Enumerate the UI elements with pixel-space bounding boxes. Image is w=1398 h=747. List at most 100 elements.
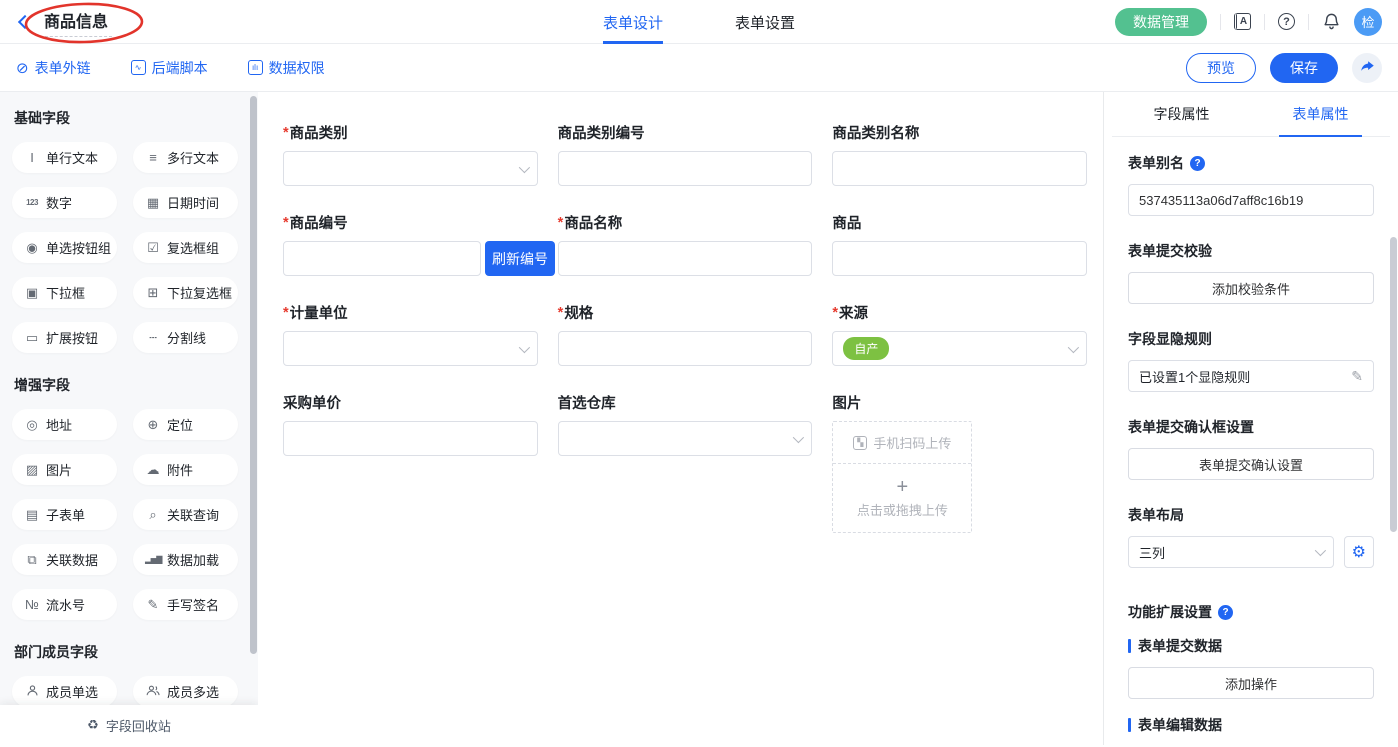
- preview-button[interactable]: 预览: [1186, 53, 1256, 83]
- section-title-basic: 基础字段: [14, 108, 238, 128]
- form-alias-input[interactable]: [1139, 193, 1363, 208]
- form-field-unit[interactable]: *计量单位: [283, 302, 538, 366]
- field-type-member-single[interactable]: 成员单选: [12, 676, 117, 707]
- tab-form-properties[interactable]: 表单属性: [1251, 92, 1390, 136]
- field-type-divider[interactable]: ┄分割线: [133, 322, 238, 353]
- chevron-down-icon: [518, 161, 529, 172]
- product-input[interactable]: [832, 241, 1087, 276]
- share-arrow-icon: [1360, 60, 1375, 75]
- avatar[interactable]: 检: [1354, 8, 1382, 36]
- field-type-related-query[interactable]: ⌕关联查询: [133, 499, 238, 530]
- checkbox-icon: ☑: [145, 240, 161, 256]
- visibility-rules-field[interactable]: 已设置1个显隐规则 ✎: [1128, 360, 1374, 392]
- form-field-product[interactable]: 商品: [832, 212, 1087, 276]
- field-type-extend-button[interactable]: ▭扩展按钮: [12, 322, 117, 353]
- field-type-dropdown[interactable]: ▣下拉框: [12, 277, 117, 308]
- field-type-position[interactable]: ⊕定位: [133, 409, 238, 440]
- help-icon[interactable]: ?: [1278, 13, 1295, 30]
- unit-select[interactable]: [283, 331, 538, 366]
- save-button[interactable]: 保存: [1270, 53, 1338, 83]
- gear-icon: ⚙: [1352, 542, 1366, 562]
- properties-panel: 字段属性 表单属性 表单别名? 表单提交校验 添加校验条件 字段显隐规则 已设置…: [1103, 92, 1398, 745]
- submit-data-label: 表单提交数据: [1138, 636, 1222, 656]
- data-permission-icon: ılı: [248, 60, 263, 75]
- category-code-input[interactable]: [558, 151, 813, 186]
- number-icon: 123: [24, 198, 40, 207]
- field-type-number[interactable]: 123数字: [12, 187, 117, 218]
- warehouse-select[interactable]: [558, 421, 813, 456]
- field-type-related-data[interactable]: ⧉关联数据: [12, 544, 117, 575]
- spec-input[interactable]: [558, 331, 813, 366]
- form-canvas[interactable]: *商品类别 商品类别编号 商品类别名称 *商品编号 刷新编号: [258, 92, 1103, 745]
- form-field-image[interactable]: 图片 ▚ 手机扫码上传 + 点击或拖拽上传: [832, 392, 1087, 533]
- field-type-attachment[interactable]: ☁附件: [133, 454, 238, 485]
- form-field-source[interactable]: *来源 自产: [832, 302, 1087, 366]
- layout-select[interactable]: 三列: [1128, 536, 1334, 568]
- contacts-icon[interactable]: A: [1234, 13, 1251, 30]
- field-type-image[interactable]: ▨图片: [12, 454, 117, 485]
- data-permission-link[interactable]: ılı 数据权限: [248, 58, 325, 78]
- field-type-member-multi[interactable]: 成员多选: [133, 676, 238, 707]
- layout-settings-button[interactable]: ⚙: [1344, 536, 1374, 568]
- scan-upload-button[interactable]: ▚ 手机扫码上传: [833, 422, 971, 464]
- header-tabs: 表单设计 表单设置: [603, 0, 795, 44]
- dropdown-icon: ▣: [24, 285, 40, 301]
- bell-icon[interactable]: [1322, 12, 1341, 31]
- share-button[interactable]: [1352, 53, 1382, 83]
- field-type-address[interactable]: ◎地址: [12, 409, 117, 440]
- field-type-dropdown-multi[interactable]: ⊞下拉复选框: [133, 277, 238, 308]
- add-validation-button[interactable]: 添加校验条件: [1128, 272, 1374, 304]
- category-name-input[interactable]: [832, 151, 1087, 186]
- form-field-product-category[interactable]: *商品类别: [283, 122, 538, 186]
- qr-code-icon: ▚: [853, 436, 867, 450]
- multi-line-text-icon: ≡: [145, 150, 161, 165]
- field-type-checkbox-group[interactable]: ☑复选框组: [133, 232, 238, 263]
- form-field-product-code[interactable]: *商品编号 刷新编号: [283, 212, 538, 276]
- form-field-spec[interactable]: *规格: [558, 302, 813, 366]
- data-manage-button[interactable]: 数据管理: [1115, 8, 1207, 36]
- field-type-subform[interactable]: ▤子表单: [12, 499, 117, 530]
- field-type-data-load[interactable]: ▂▅▇数据加载: [133, 544, 238, 575]
- link-squares-icon: ⧉: [24, 552, 40, 568]
- refresh-code-button[interactable]: 刷新编号: [485, 241, 555, 276]
- form-field-purchase-price[interactable]: 采购单价: [283, 392, 538, 533]
- source-select[interactable]: 自产: [832, 331, 1087, 366]
- app-header: 商品信息 表单设计 表单设置 数据管理 A ? 检: [0, 0, 1398, 44]
- image-upload-area: ▚ 手机扫码上传 + 点击或拖拽上传: [832, 421, 972, 533]
- form-external-link[interactable]: ⊘ 表单外链: [16, 58, 91, 78]
- purchase-price-input[interactable]: [283, 421, 538, 456]
- backend-script-link[interactable]: ∿ 后端脚本: [131, 58, 208, 78]
- edit-icon[interactable]: ✎: [1351, 368, 1363, 385]
- form-layout-label: 表单布局: [1128, 505, 1374, 525]
- form-field-product-name[interactable]: *商品名称: [558, 212, 813, 276]
- help-icon[interactable]: ?: [1190, 156, 1205, 171]
- product-code-input[interactable]: [283, 241, 481, 276]
- add-submit-action-button[interactable]: 添加操作: [1128, 667, 1374, 699]
- form-field-category-code[interactable]: 商品类别编号: [558, 122, 813, 186]
- field-type-multi-line-text[interactable]: ≡多行文本: [133, 142, 238, 173]
- required-marker: *: [558, 215, 564, 231]
- form-field-warehouse[interactable]: 首选仓库: [558, 392, 813, 533]
- field-type-single-line-text[interactable]: I单行文本: [12, 142, 117, 173]
- help-icon[interactable]: ?: [1218, 605, 1233, 620]
- click-drag-upload-button[interactable]: + 点击或拖拽上传: [833, 464, 971, 532]
- form-validation-label: 表单提交校验: [1128, 241, 1374, 261]
- sidebar-scrollbar[interactable]: [250, 96, 257, 654]
- page-title[interactable]: 商品信息: [40, 6, 112, 37]
- product-category-select[interactable]: [283, 151, 538, 186]
- field-type-signature[interactable]: ✎手写签名: [133, 589, 238, 620]
- divider: [1220, 14, 1221, 30]
- form-alias-field[interactable]: [1128, 184, 1374, 216]
- back-icon[interactable]: [18, 14, 32, 28]
- submit-confirm-button[interactable]: 表单提交确认设置: [1128, 448, 1374, 480]
- field-type-radio-group[interactable]: ◉单选按钮组: [12, 232, 117, 263]
- tab-field-properties[interactable]: 字段属性: [1112, 92, 1251, 136]
- field-type-datetime[interactable]: ▦日期时间: [133, 187, 238, 218]
- field-recycle-bin[interactable]: ♻ 字段回收站: [0, 705, 258, 745]
- panel-scrollbar[interactable]: [1390, 237, 1397, 532]
- form-field-category-name[interactable]: 商品类别名称: [832, 122, 1087, 186]
- tab-form-settings[interactable]: 表单设置: [735, 0, 795, 44]
- field-type-serial-number[interactable]: №流水号: [12, 589, 117, 620]
- product-name-input[interactable]: [558, 241, 813, 276]
- tab-form-design[interactable]: 表单设计: [603, 0, 663, 44]
